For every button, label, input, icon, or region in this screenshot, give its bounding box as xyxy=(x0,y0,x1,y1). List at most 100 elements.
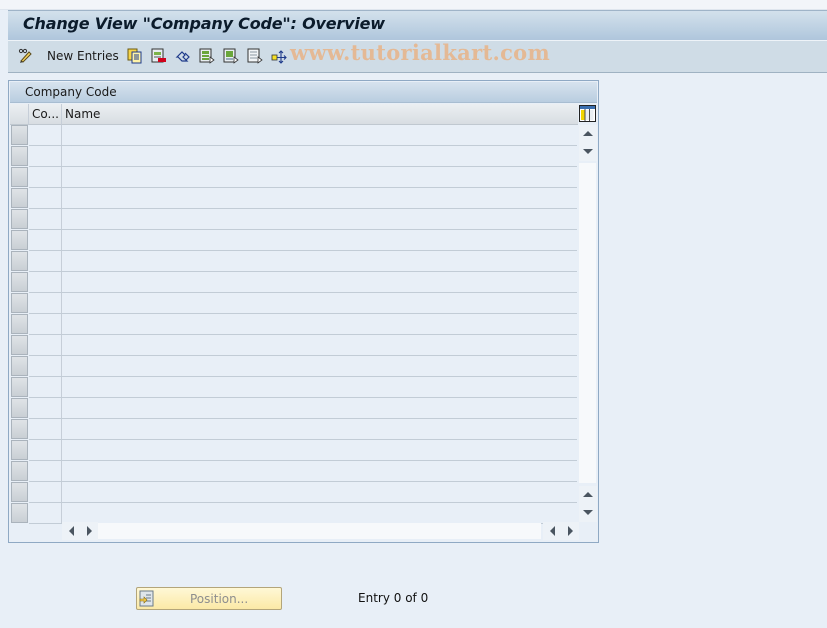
table-caption: Company Code xyxy=(10,82,597,103)
row-selector[interactable] xyxy=(11,314,28,334)
row-selector[interactable] xyxy=(11,230,28,250)
table-body xyxy=(10,125,577,524)
table-row xyxy=(10,398,577,419)
select-all-icon xyxy=(199,48,215,64)
table-caption-text: Company Code xyxy=(25,85,117,99)
column-header-code[interactable]: Co... xyxy=(29,104,62,125)
scroll-left-button[interactable] xyxy=(62,522,80,540)
triangle-right-icon xyxy=(87,526,92,536)
copy-as-icon xyxy=(127,48,143,64)
triangle-right-icon xyxy=(568,526,573,536)
scroll-right-end-button[interactable] xyxy=(561,522,579,540)
cell-code[interactable] xyxy=(29,503,62,524)
row-selector[interactable] xyxy=(11,503,28,523)
row-selector[interactable] xyxy=(11,419,28,439)
cell-code[interactable] xyxy=(29,377,62,398)
table-settings-button[interactable] xyxy=(579,105,596,122)
cell-code[interactable] xyxy=(29,125,62,146)
title-bar: Change View "Company Code": Overview xyxy=(8,10,827,40)
watermark-text: www.tutorialkart.com xyxy=(290,40,550,65)
row-selector[interactable] xyxy=(11,293,28,313)
cell-code[interactable] xyxy=(29,230,62,251)
window-top-strip xyxy=(0,0,827,10)
scroll-down-top-button[interactable] xyxy=(579,143,597,161)
undo-change-button[interactable] xyxy=(175,47,191,65)
row-selector[interactable] xyxy=(11,188,28,208)
position-button-label: Position... xyxy=(190,592,249,606)
vertical-scrollbar[interactable] xyxy=(578,125,597,522)
delete-button[interactable] xyxy=(151,47,167,65)
row-selector[interactable] xyxy=(11,377,28,397)
page-title: Change View "Company Code": Overview xyxy=(23,14,385,33)
position-button[interactable]: Position... xyxy=(136,587,282,610)
vertical-scroll-track[interactable] xyxy=(579,163,596,483)
row-selector[interactable] xyxy=(11,209,28,229)
table-row xyxy=(10,209,577,230)
row-selector[interactable] xyxy=(11,251,28,271)
cell-code[interactable] xyxy=(29,356,62,377)
copy-as-button[interactable] xyxy=(127,47,143,65)
cell-code[interactable] xyxy=(29,419,62,440)
cell-code[interactable] xyxy=(29,398,62,419)
row-selector[interactable] xyxy=(11,272,28,292)
select-all-rows-header[interactable] xyxy=(10,104,29,125)
deselect-all-button[interactable] xyxy=(247,47,263,65)
select-all-button[interactable] xyxy=(199,47,215,65)
row-selector[interactable] xyxy=(11,482,28,502)
cell-code[interactable] xyxy=(29,440,62,461)
row-selector[interactable] xyxy=(11,440,28,460)
triangle-up-icon xyxy=(583,492,593,497)
cell-code[interactable] xyxy=(29,314,62,335)
cell-code[interactable] xyxy=(29,251,62,272)
table-row xyxy=(10,188,577,209)
select-block-button[interactable] xyxy=(223,47,239,65)
triangle-left-icon xyxy=(550,526,555,536)
row-selector[interactable] xyxy=(11,461,28,481)
cell-code[interactable] xyxy=(29,146,62,167)
scroll-left-end-button[interactable] xyxy=(543,522,561,540)
row-selector[interactable] xyxy=(11,356,28,376)
display-change-button[interactable] xyxy=(18,47,34,65)
row-selector[interactable] xyxy=(11,335,28,355)
cell-code[interactable] xyxy=(29,167,62,188)
navigation-button[interactable] xyxy=(271,47,287,65)
delete-icon xyxy=(151,48,167,64)
triangle-up-icon xyxy=(583,131,593,136)
cell-code[interactable] xyxy=(29,482,62,503)
cell-code[interactable] xyxy=(29,335,62,356)
row-selector[interactable] xyxy=(11,398,28,418)
table-row xyxy=(10,314,577,335)
horizontal-scrollbar[interactable] xyxy=(62,522,598,541)
table-row xyxy=(10,440,577,461)
undo-change-icon xyxy=(175,48,191,64)
scroll-up-bottom-button[interactable] xyxy=(579,486,597,504)
scroll-right-button[interactable] xyxy=(80,522,98,540)
triangle-left-icon xyxy=(69,526,74,536)
table-row xyxy=(10,293,577,314)
new-entries-button[interactable]: New Entries xyxy=(47,47,119,65)
cell-code[interactable] xyxy=(29,461,62,482)
company-code-table: Company Code Co... Name xyxy=(8,80,599,543)
cell-code[interactable] xyxy=(29,293,62,314)
entry-count: Entry 0 of 0 xyxy=(358,591,429,605)
table-row xyxy=(10,167,577,188)
pencil-glasses-icon xyxy=(18,48,34,64)
table-row xyxy=(10,230,577,251)
deselect-all-icon xyxy=(247,48,263,64)
table-row xyxy=(10,335,577,356)
cell-code[interactable] xyxy=(29,272,62,293)
table-row xyxy=(10,461,577,482)
scroll-down-bottom-button[interactable] xyxy=(579,504,597,522)
cell-code[interactable] xyxy=(29,209,62,230)
column-header-name[interactable]: Name xyxy=(62,104,578,125)
column-header-code-label: Co... xyxy=(32,107,59,121)
row-selector[interactable] xyxy=(11,125,28,145)
cell-code[interactable] xyxy=(29,188,62,209)
row-selector[interactable] xyxy=(11,167,28,187)
horizontal-scroll-track[interactable] xyxy=(98,523,541,539)
column-header-name-label: Name xyxy=(65,107,101,121)
scroll-up-top-button[interactable] xyxy=(579,125,597,143)
table-row xyxy=(10,125,577,146)
triangle-down-icon xyxy=(583,149,593,154)
row-selector[interactable] xyxy=(11,146,28,166)
